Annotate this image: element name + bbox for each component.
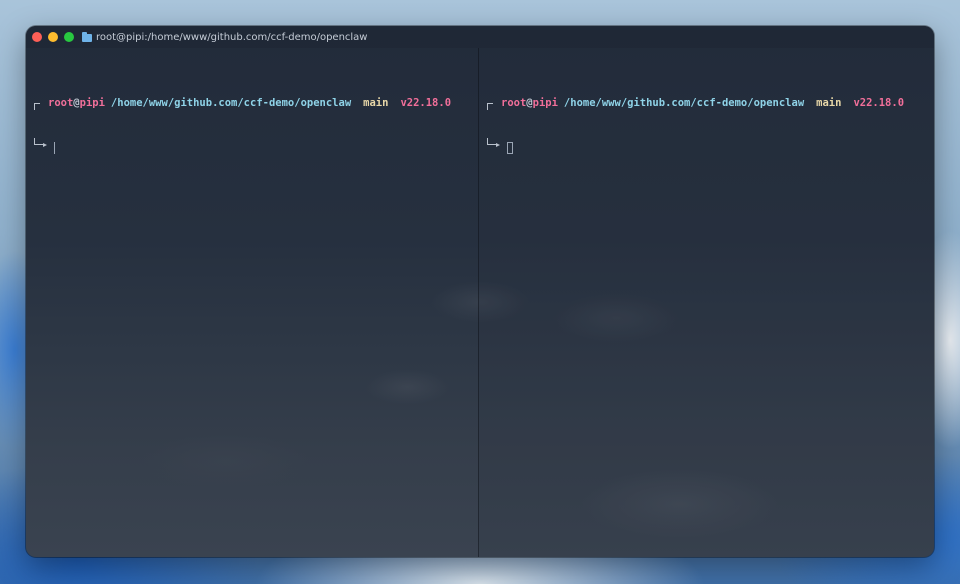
window-controls — [32, 32, 80, 42]
block-cursor — [507, 142, 513, 154]
prompt-path: /home/www/github.com/ccf-demo/openclaw — [110, 97, 352, 109]
prompt-arrow-icon — [34, 138, 47, 147]
folder-icon — [82, 31, 92, 42]
shell-prompt: root @ pipi /home/www/github.com/ccf-demo/… — [34, 68, 451, 180]
prompt-line-1: root @ pipi /home/www/github.com/ccf-demo/… — [34, 96, 451, 110]
prompt-corner-top-icon — [487, 103, 493, 110]
prompt-user: root — [501, 97, 527, 109]
maximize-button[interactable] — [64, 32, 74, 42]
prompt-host: pipi — [79, 97, 105, 109]
text-cursor — [54, 142, 55, 154]
prompt-node-version: v22.18.0 — [853, 97, 905, 109]
title-bar[interactable]: root@pipi:/home/www/github.com/ccf-demo/… — [26, 26, 934, 48]
shell-prompt: root @ pipi /home/www/github.com/ccf-demo/… — [487, 68, 904, 180]
prompt-line-2[interactable] — [487, 138, 904, 154]
minimize-button[interactable] — [48, 32, 58, 42]
prompt-line-1: root @ pipi /home/www/github.com/ccf-demo/… — [487, 96, 904, 110]
prompt-arrow-icon — [487, 138, 500, 147]
terminal-pane-right[interactable]: root @ pipi /home/www/github.com/ccf-demo/… — [479, 48, 934, 557]
prompt-corner-top-icon — [34, 103, 40, 110]
prompt-host: pipi — [532, 97, 558, 109]
prompt-git-branch: main — [363, 97, 389, 109]
prompt-line-2[interactable] — [34, 138, 451, 154]
prompt-git-branch: main — [816, 97, 842, 109]
close-button[interactable] — [32, 32, 42, 42]
terminal-window: root@pipi:/home/www/github.com/ccf-demo/… — [26, 26, 934, 557]
prompt-path: /home/www/github.com/ccf-demo/openclaw — [563, 97, 805, 109]
terminal-pane-left[interactable]: root @ pipi /home/www/github.com/ccf-demo/… — [26, 48, 478, 557]
prompt-user: root — [48, 97, 74, 109]
prompt-node-version: v22.18.0 — [400, 97, 452, 109]
window-title: root@pipi:/home/www/github.com/ccf-demo/… — [96, 31, 368, 43]
